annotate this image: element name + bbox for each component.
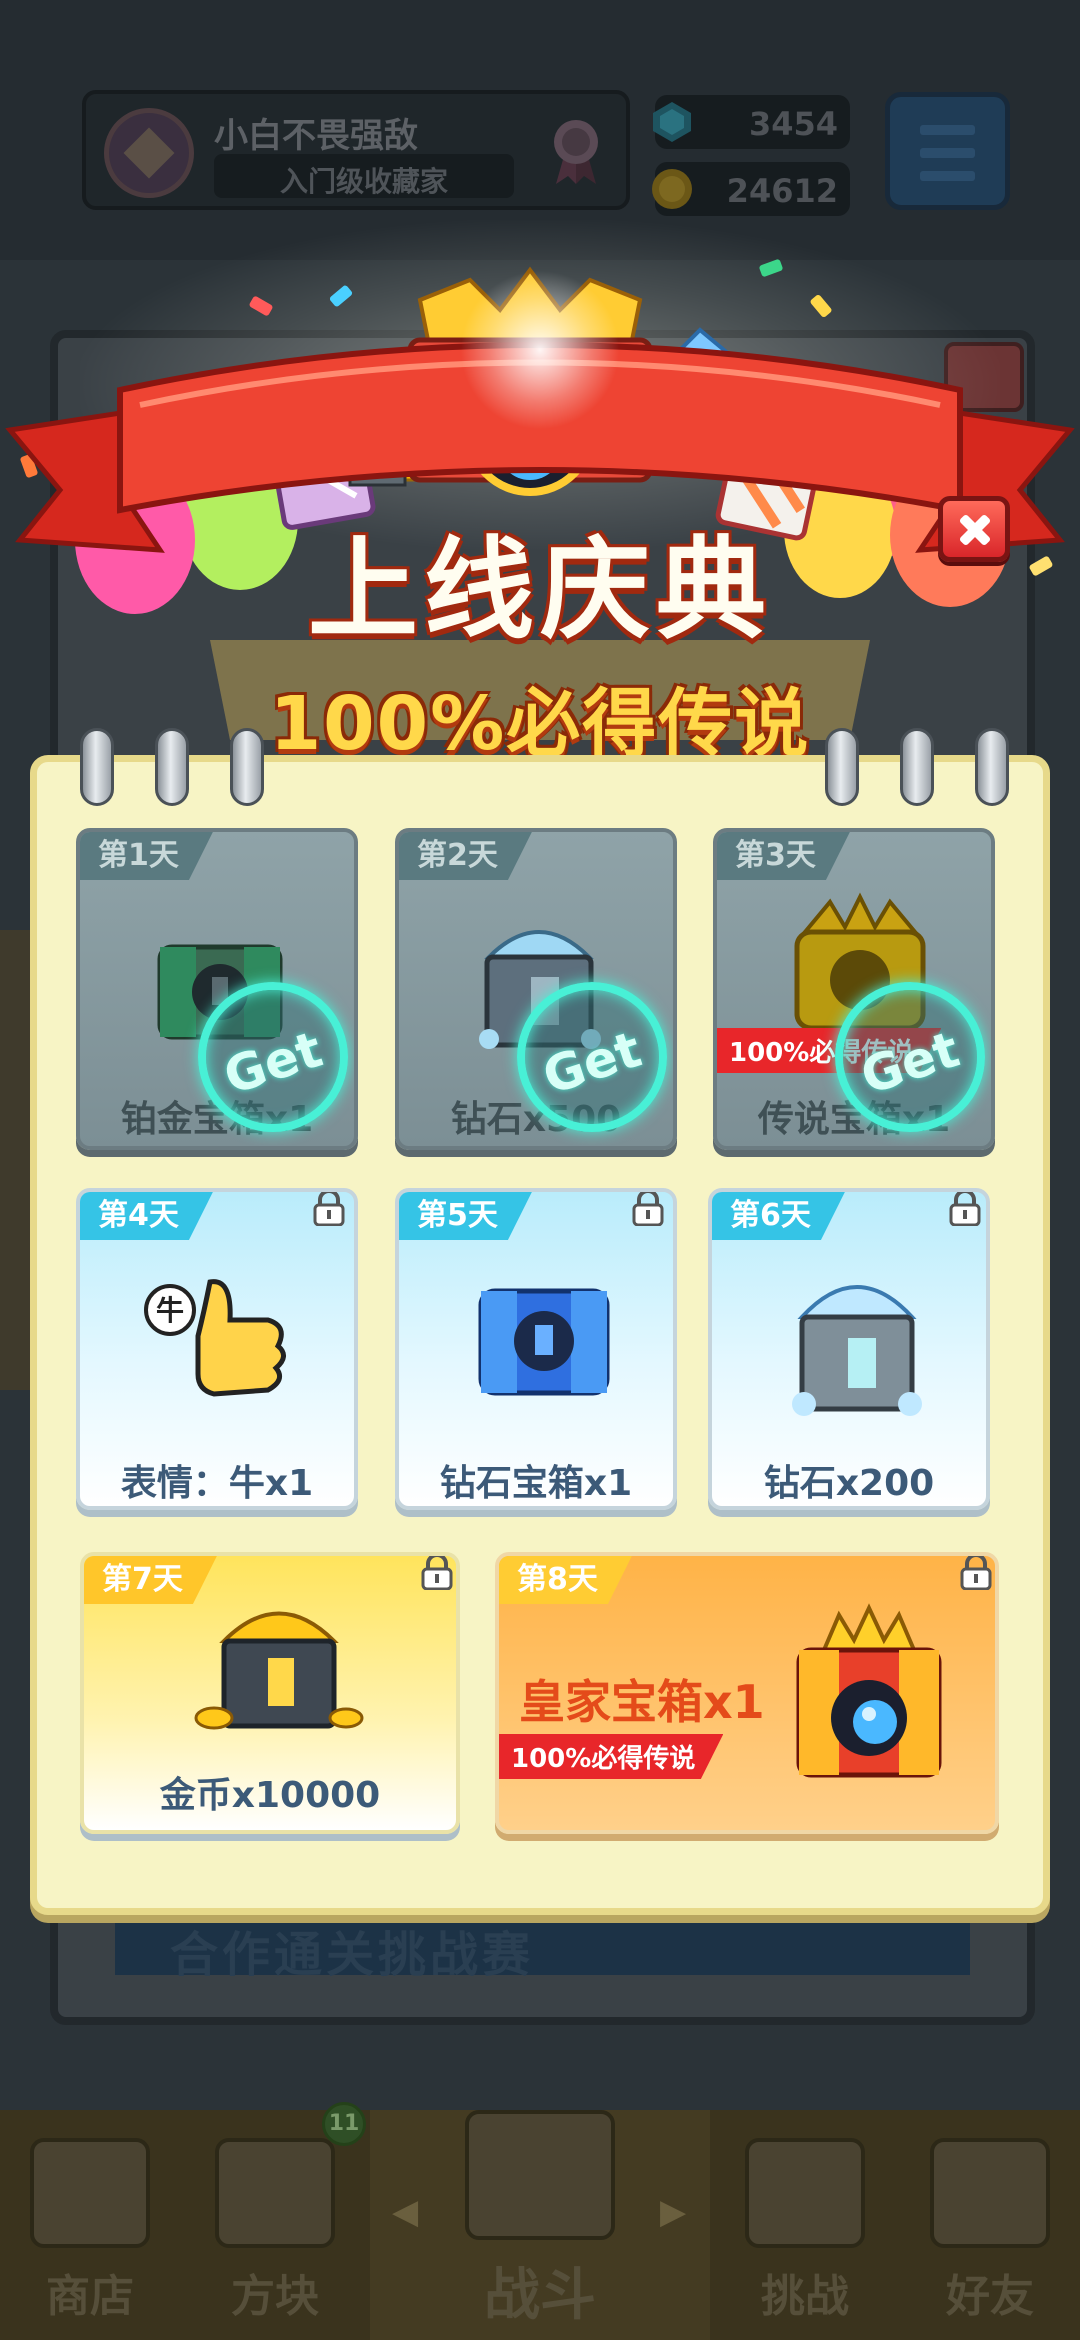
day-card-2[interactable]: 第2天 钻石x500 Get [395,828,677,1150]
lock-icon [949,1192,981,1226]
day-5-label: 钻石宝箱x1 [439,1463,633,1504]
legend-guarantee-badge: 100%必得传说 [499,1734,724,1779]
nav-battle[interactable]: 战斗 [370,2110,710,2340]
day-4-label: 表情：牛x1 [120,1463,314,1504]
menu-button[interactable] [885,92,1010,210]
nav-battle-label: 战斗 [484,2263,596,2328]
day-5-tab: 第5天 [399,1192,532,1240]
emote-char: 牛 [156,1294,184,1327]
binder-ring [975,728,1009,806]
nav-right-arrow-icon[interactable]: ▶ [660,2192,686,2232]
day-6-label: 钻石x200 [763,1463,935,1504]
nav-friends-label: 好友 [946,2271,1034,2322]
day-card-3[interactable]: 第3天 100%必得传说 传说宝箱x1 Get [713,828,995,1150]
player-title-box: 入门级收藏家 [214,154,514,198]
gem-icon [653,102,691,142]
popup-title: 上线庆典 [308,526,772,654]
lock-icon [960,1556,992,1590]
claimed-stamp: Get [198,982,348,1132]
bottom-nav: 商店 方块 战斗 挑战 好友 [0,2110,1080,2340]
player-profile[interactable]: 小白不畏强敌 入门级收藏家 [82,90,630,210]
block-icon [215,2138,335,2248]
nav-shop[interactable]: 商店 [0,2110,180,2340]
day-7-label: 金币x10000 [159,1775,381,1816]
binder-ring [155,728,189,806]
diamond-chest-icon [478,1288,610,1396]
center-sparkle [460,270,620,430]
battle-icon [465,2110,615,2240]
lock-icon [313,1192,345,1226]
claimed-stamp: Get [517,982,667,1132]
day-4-tab: 第4天 [80,1192,213,1240]
nav-blocks-label: 方块 [231,2271,319,2322]
binder-ring [230,728,264,806]
nav-friends[interactable]: 好友 [900,2110,1080,2340]
royal-chest-icon [796,1603,942,1778]
lock-icon [421,1556,453,1590]
day-card-8[interactable]: 第8天 皇家宝箱x1 100%必得传说 [495,1552,999,1834]
day-2-tab: 第2天 [399,832,532,880]
thumbs-up-emote-icon: 牛 [144,1279,286,1397]
background-banner-text: 合作通关挑战赛 [170,1927,535,1983]
friends-icon [930,2138,1050,2248]
nav-challenge-label: 挑战 [761,2271,849,2322]
nav-challenge[interactable]: 挑战 [710,2110,900,2340]
shop-icon [30,2138,150,2248]
nav-left-arrow-icon[interactable]: ◀ [392,2192,418,2232]
blocks-notification-badge: 11 [322,2102,366,2146]
coin-icon [652,169,692,209]
binder-ring [900,728,934,806]
day-card-7[interactable]: 第7天 金币x10000 [80,1552,460,1834]
rank-medal-icon [554,120,598,184]
day-card-6[interactable]: 第6天 钻石x200 [708,1188,990,1510]
day-card-5[interactable]: 第5天 钻石宝箱x1 [395,1188,677,1510]
nav-shop-label: 商店 [46,2271,134,2322]
lock-icon [632,1192,664,1226]
day-6-tab: 第6天 [712,1192,845,1240]
coin-counter: 24612 [652,162,850,216]
coin-count: 24612 [726,172,838,210]
avatar [104,108,194,198]
player-title: 入门级收藏家 [279,165,448,198]
background-side-panel [0,930,30,1390]
day-3-tab: 第3天 [717,832,850,880]
player-name: 小白不畏强敌 [214,116,418,156]
day-card-1[interactable]: 第1天 铂金宝箱x1 Get [76,828,358,1150]
claimed-stamp: Get [835,982,985,1132]
binder-ring [80,728,114,806]
day-8-tab: 第8天 [499,1556,632,1604]
close-button[interactable] [938,496,1010,562]
day-1-tab: 第1天 [80,832,213,880]
challenge-icon [745,2138,865,2248]
day-card-4[interactable]: 第4天 牛 表情：牛x1 [76,1188,358,1510]
gem-counter: 3454 [653,95,850,149]
gold-crate-icon [194,1611,364,1730]
binder-ring [825,728,859,806]
gem-count: 3454 [748,105,838,143]
diamond-crate-icon [792,1285,922,1416]
